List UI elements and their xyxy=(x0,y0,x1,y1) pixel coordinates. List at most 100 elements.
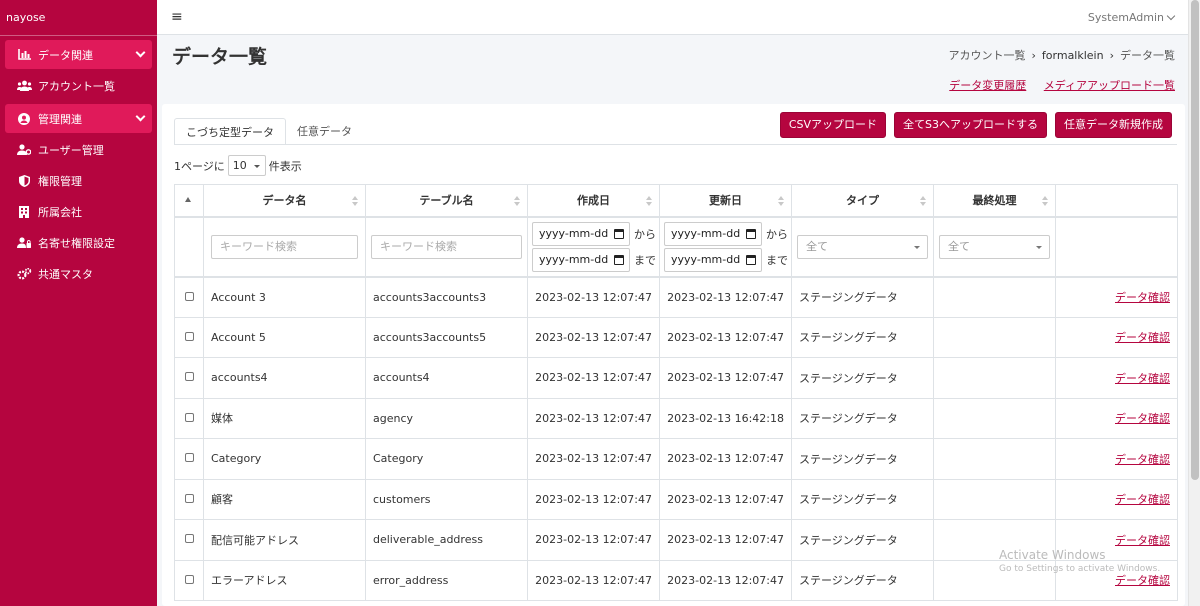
cell-table: accounts3accounts5 xyxy=(365,316,528,358)
cell-created: 2023-02-13 12:07:47 xyxy=(527,316,660,358)
menu-icon[interactable]: ≡ xyxy=(171,9,183,25)
sidebar-item-company[interactable]: 所属会社 xyxy=(0,197,157,226)
column-header-table[interactable]: テーブル名 xyxy=(365,184,528,218)
row-checkbox-cell xyxy=(174,316,204,358)
view-data-link[interactable]: データ確認 xyxy=(1115,534,1170,547)
row-checkbox[interactable] xyxy=(184,372,194,382)
page-scrollbar[interactable] xyxy=(1188,0,1200,606)
sidebar-item-data[interactable]: データ関連 xyxy=(5,40,152,69)
sidebar-item-permissions[interactable]: 権限管理 xyxy=(0,166,157,195)
sidebar-item-user-management[interactable]: ユーザー管理 xyxy=(0,135,157,164)
chart-bar-icon xyxy=(16,49,32,60)
type-filter-select[interactable]: 全て xyxy=(797,234,928,259)
windows-activation-watermark: Activate Windows Go to Settings to activ… xyxy=(999,548,1161,574)
media-upload-list-link[interactable]: メディアアップロード一覧 xyxy=(1044,79,1175,92)
sidebar-item-management[interactable]: 管理関連 xyxy=(5,104,152,133)
sort-icon xyxy=(352,196,358,206)
sidebar-item-label: 権限管理 xyxy=(38,174,82,188)
sidebar-item-accounts[interactable]: アカウント一覧 xyxy=(0,71,157,100)
filter-cell-table: キーワード検索 xyxy=(365,216,528,278)
cell-action: データ確認 xyxy=(1055,438,1178,480)
view-data-link[interactable]: データ確認 xyxy=(1115,331,1170,344)
cell-updated: 2023-02-13 12:07:47 xyxy=(659,478,792,520)
data-card: こづち定型データ 任意データ CSVアップロード 全てS3へアップロードする 任… xyxy=(162,104,1185,606)
cell-table: agency xyxy=(365,397,528,439)
scrollbar-thumb[interactable] xyxy=(1191,0,1199,480)
breadcrumb-item[interactable]: formalklein xyxy=(1042,49,1104,62)
view-data-link[interactable]: データ確認 xyxy=(1115,412,1170,425)
csv-upload-button[interactable]: CSVアップロード xyxy=(779,112,887,138)
cell-created: 2023-02-13 12:07:47 xyxy=(527,438,660,480)
cell-name: エラーアドレス xyxy=(203,559,366,601)
row-checkbox[interactable] xyxy=(184,331,194,341)
cell-last-process xyxy=(933,478,1056,520)
calendar-icon[interactable] xyxy=(746,254,756,265)
cell-action: データ確認 xyxy=(1055,397,1178,439)
cell-type: ステージングデータ xyxy=(791,397,934,439)
cell-created: 2023-02-13 12:07:47 xyxy=(527,559,660,601)
breadcrumb: アカウント一覧 › formalklein › データ一覧 xyxy=(949,47,1175,63)
tab-standard-data[interactable]: こづち定型データ xyxy=(174,118,286,145)
column-header-updated[interactable]: 更新日 xyxy=(659,184,792,218)
select-all-header[interactable] xyxy=(174,184,204,218)
row-checkbox[interactable] xyxy=(184,534,194,544)
column-header-name[interactable]: データ名 xyxy=(203,184,366,218)
cell-type: ステージングデータ xyxy=(791,519,934,561)
table-row: accounts4 accounts4 2023-02-13 12:07:47 202… xyxy=(174,357,1178,399)
calendar-icon[interactable] xyxy=(746,228,756,239)
brand-logo[interactable]: nayose xyxy=(0,0,157,36)
last-process-filter-select[interactable]: 全て xyxy=(939,234,1050,259)
cell-created: 2023-02-13 12:07:47 xyxy=(527,357,660,399)
chevron-down-icon xyxy=(135,47,146,58)
breadcrumb-item: データ一覧 xyxy=(1120,49,1175,62)
updated-from-date-input[interactable]: yyyy-mm-dd xyxy=(664,221,762,246)
tab-custom-data[interactable]: 任意データ xyxy=(286,118,363,145)
upload-all-s3-button[interactable]: 全てS3へアップロードする xyxy=(894,112,1047,138)
data-history-link[interactable]: データ変更履歴 xyxy=(949,79,1026,92)
row-checkbox[interactable] xyxy=(184,291,194,301)
created-from-date-input[interactable]: yyyy-mm-dd xyxy=(532,221,630,246)
name-search-input[interactable]: キーワード検索 xyxy=(211,234,358,259)
cell-name: Account 3 xyxy=(203,276,366,318)
user-menu[interactable]: SystemAdmin xyxy=(1088,11,1176,24)
view-data-link[interactable]: データ確認 xyxy=(1115,372,1170,385)
row-checkbox[interactable] xyxy=(184,412,194,422)
chevron-down-icon xyxy=(1166,11,1176,21)
sidebar-item-master[interactable]: 共通マスタ xyxy=(0,259,157,288)
cell-type: ステージングデータ xyxy=(791,316,934,358)
cell-updated: 2023-02-13 12:07:47 xyxy=(659,559,792,601)
view-data-link[interactable]: データ確認 xyxy=(1115,453,1170,466)
cell-name: Account 5 xyxy=(203,316,366,358)
page-size-prefix: 1ページに xyxy=(174,159,225,173)
top-links: データ変更履歴 メディアアップロード一覧 xyxy=(935,77,1175,93)
row-checkbox[interactable] xyxy=(184,574,194,584)
row-checkbox[interactable] xyxy=(184,453,194,463)
cell-name: 顧客 xyxy=(203,478,366,520)
row-checkbox[interactable] xyxy=(184,493,194,503)
sidebar-item-nayose-permissions[interactable]: 名寄せ権限設定 xyxy=(0,228,157,257)
created-to-date-input[interactable]: yyyy-mm-dd xyxy=(532,247,630,272)
cell-type: ステージングデータ xyxy=(791,357,934,399)
table-search-input[interactable]: キーワード検索 xyxy=(371,234,522,259)
updated-to-date-input[interactable]: yyyy-mm-dd xyxy=(664,247,762,272)
cell-updated: 2023-02-13 12:07:47 xyxy=(659,438,792,480)
column-header-created[interactable]: 作成日 xyxy=(527,184,660,218)
breadcrumb-separator-icon: › xyxy=(1031,49,1036,62)
cell-created: 2023-02-13 12:07:47 xyxy=(527,276,660,318)
row-checkbox-cell xyxy=(174,357,204,399)
view-data-link[interactable]: データ確認 xyxy=(1115,574,1170,587)
page-size-select[interactable]: 10 xyxy=(227,155,266,176)
column-header-type[interactable]: タイプ xyxy=(791,184,934,218)
calendar-icon[interactable] xyxy=(614,228,624,239)
create-custom-data-button[interactable]: 任意データ新規作成 xyxy=(1055,112,1172,138)
breadcrumb-item[interactable]: アカウント一覧 xyxy=(949,49,1026,62)
column-header-last-process[interactable]: 最終処理 xyxy=(933,184,1056,218)
user-lock-icon xyxy=(16,237,32,248)
view-data-link[interactable]: データ確認 xyxy=(1115,493,1170,506)
cell-name: Category xyxy=(203,438,366,480)
calendar-icon[interactable] xyxy=(614,254,624,265)
topbar: ≡ SystemAdmin xyxy=(157,0,1188,35)
view-data-link[interactable]: データ確認 xyxy=(1115,291,1170,304)
filter-cell-updated: yyyy-mm-dd から yyyy-mm-dd まで xyxy=(659,216,792,278)
cell-table: customers xyxy=(365,478,528,520)
